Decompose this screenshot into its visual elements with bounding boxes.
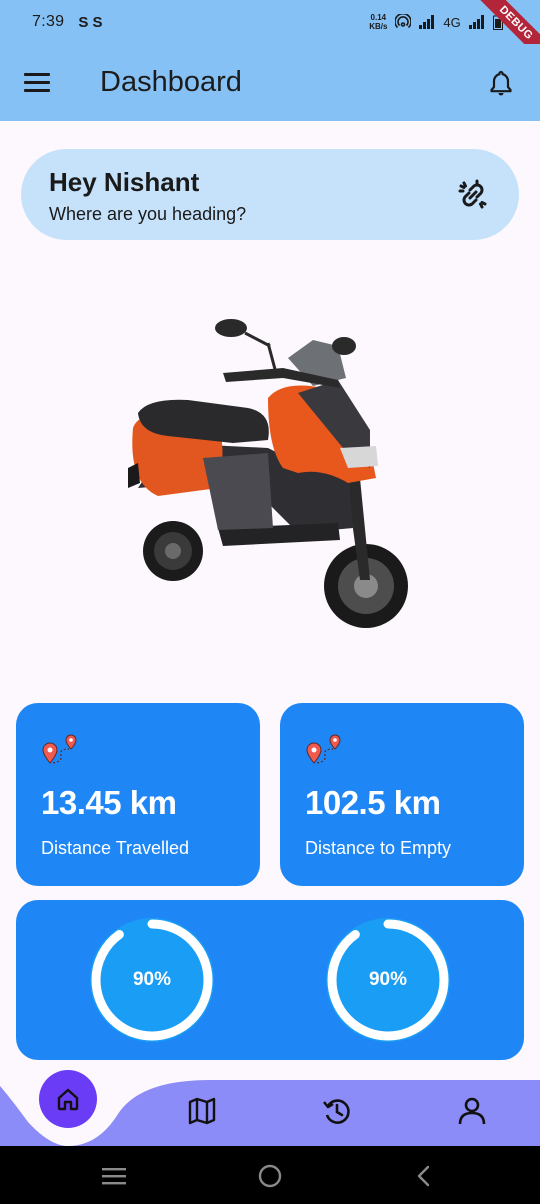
battery-percent-2: 90% [368, 969, 408, 990]
network-type: 4G [443, 14, 461, 30]
profile-icon [458, 1097, 486, 1125]
status-bar: 7:39 S S 0.14 KB/s 4G 7 DEBUG [0, 0, 540, 72]
net-speed: 0.14 KB/s [369, 13, 388, 31]
app-bar: Dashboard [0, 44, 540, 121]
notification-icons: S S [78, 13, 103, 31]
nav-history[interactable] [320, 1094, 354, 1128]
back-chevron-icon [417, 1165, 430, 1187]
status-time: 7:39 [32, 13, 65, 30]
battery-percent-1: 90% [132, 969, 172, 990]
page-title: Dashboard [100, 66, 242, 98]
greeting-card[interactable]: Hey Nishant Where are you heading? [21, 149, 519, 240]
hotspot-icon [395, 14, 412, 29]
recents-icon [102, 1168, 126, 1185]
circle-home-icon [258, 1164, 282, 1188]
map-icon [188, 1097, 216, 1125]
distance-to-empty-label: Distance to Empty [305, 838, 452, 858]
back-button[interactable] [410, 1162, 438, 1190]
battery-card: 90% 90% [16, 900, 524, 1060]
scooter-image [128, 319, 408, 628]
distance-to-empty-value: 102.5 km [305, 784, 441, 821]
distance-travelled-card[interactable]: 13.45 km Distance Travelled [16, 703, 260, 886]
bell-icon [490, 70, 512, 95]
home-icon [57, 1088, 79, 1111]
greeting-subtitle: Where are you heading? [49, 204, 247, 224]
greeting-name: Hey Nishant [49, 167, 200, 197]
signal-icon [419, 15, 435, 29]
link-off-icon[interactable] [455, 177, 491, 213]
recents-button[interactable] [100, 1162, 128, 1190]
nav-map[interactable] [185, 1094, 219, 1128]
system-nav-bar [0, 1146, 540, 1204]
distance-travelled-label: Distance Travelled [41, 838, 190, 858]
menu-button[interactable] [24, 68, 54, 98]
distance-to-empty-card[interactable]: 102.5 km Distance to Empty [280, 703, 524, 886]
home-system-button[interactable] [256, 1162, 284, 1190]
nav-profile[interactable] [455, 1094, 489, 1128]
route-pin-icon [306, 734, 341, 764]
notifications-button[interactable] [486, 68, 516, 98]
nav-home[interactable] [39, 1070, 97, 1128]
distance-travelled-value: 13.45 km [41, 784, 177, 821]
battery-gauge-1: 90% [86, 914, 218, 1046]
route-pin-icon [42, 734, 77, 764]
battery-gauge-2: 90% [322, 914, 454, 1046]
signal-icon-2 [468, 15, 484, 29]
history-icon [322, 1099, 350, 1124]
menu-icon [24, 73, 50, 76]
